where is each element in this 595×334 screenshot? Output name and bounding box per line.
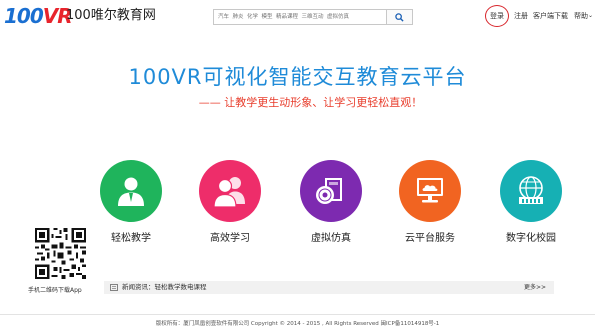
app-qr-code xyxy=(35,228,86,279)
search-button[interactable] xyxy=(386,9,413,25)
logo-mark: 100VR xyxy=(4,4,73,28)
news-icon xyxy=(110,284,118,291)
feature-circle xyxy=(199,160,261,222)
feature-virtual-simulation[interactable]: 虚拟仿真 xyxy=(291,160,371,250)
search-input[interactable] xyxy=(213,9,386,25)
feature-circle xyxy=(100,160,162,222)
qr-caption: 手机二维码下载App xyxy=(28,287,82,294)
site-header: 100VR 100唯尔教育网 登录 注册 客户端下载 帮助 ⌄ xyxy=(0,0,595,34)
site-name: 100唯尔教育网 xyxy=(66,8,156,23)
hero-subtitle: —— 让教学更生动形象、让学习更轻松直观！ xyxy=(198,96,423,109)
teacher-icon xyxy=(118,177,144,206)
feature-circle xyxy=(500,160,562,222)
register-link[interactable]: 注册 xyxy=(514,11,528,21)
feature-label: 轻松教学 xyxy=(111,233,151,244)
qr-code-icon xyxy=(35,228,86,279)
feature-circle xyxy=(399,160,461,222)
feature-label: 云平台服务 xyxy=(405,233,455,244)
students-icon xyxy=(213,177,245,208)
chevron-down-icon: ⌄ xyxy=(588,12,594,19)
cloud-service-icon xyxy=(417,178,443,203)
feature-label: 虚拟仿真 xyxy=(311,233,351,244)
feature-cloud-service[interactable]: 云平台服务 xyxy=(390,160,470,250)
search-bar xyxy=(213,9,413,25)
news-more-link[interactable]: 更多>> xyxy=(524,283,546,292)
news-bar: 新闻资讯：轻松教学数电课程 更多>> xyxy=(104,281,554,294)
feature-label: 高效学习 xyxy=(210,233,250,244)
feature-easy-teaching[interactable]: 轻松教学 xyxy=(91,160,171,250)
campus-icon xyxy=(519,176,543,204)
feature-efficient-learning[interactable]: 高效学习 xyxy=(190,160,270,250)
feature-label: 数字化校园 xyxy=(506,233,556,244)
disc-book-icon xyxy=(316,178,342,204)
site-logo[interactable]: 100VR xyxy=(4,4,73,28)
hero-title: 100VR可视化智能交互教育云平台 xyxy=(128,65,467,89)
login-link[interactable]: 登录 xyxy=(490,11,504,21)
news-headline-link[interactable]: 新闻资讯：轻松教学数电课程 xyxy=(122,283,207,292)
client-download-link[interactable]: 客户端下载 xyxy=(533,11,568,21)
feature-digital-campus[interactable]: 数字化校园 xyxy=(491,160,571,250)
footer-divider xyxy=(0,314,595,315)
search-icon xyxy=(395,12,404,22)
footer-copyright: 版权所有：厦门凤凰创壹软件有限公司 Copyright © 2014 - 201… xyxy=(155,321,440,327)
help-menu[interactable]: 帮助 xyxy=(574,11,588,21)
feature-circle xyxy=(300,160,362,222)
